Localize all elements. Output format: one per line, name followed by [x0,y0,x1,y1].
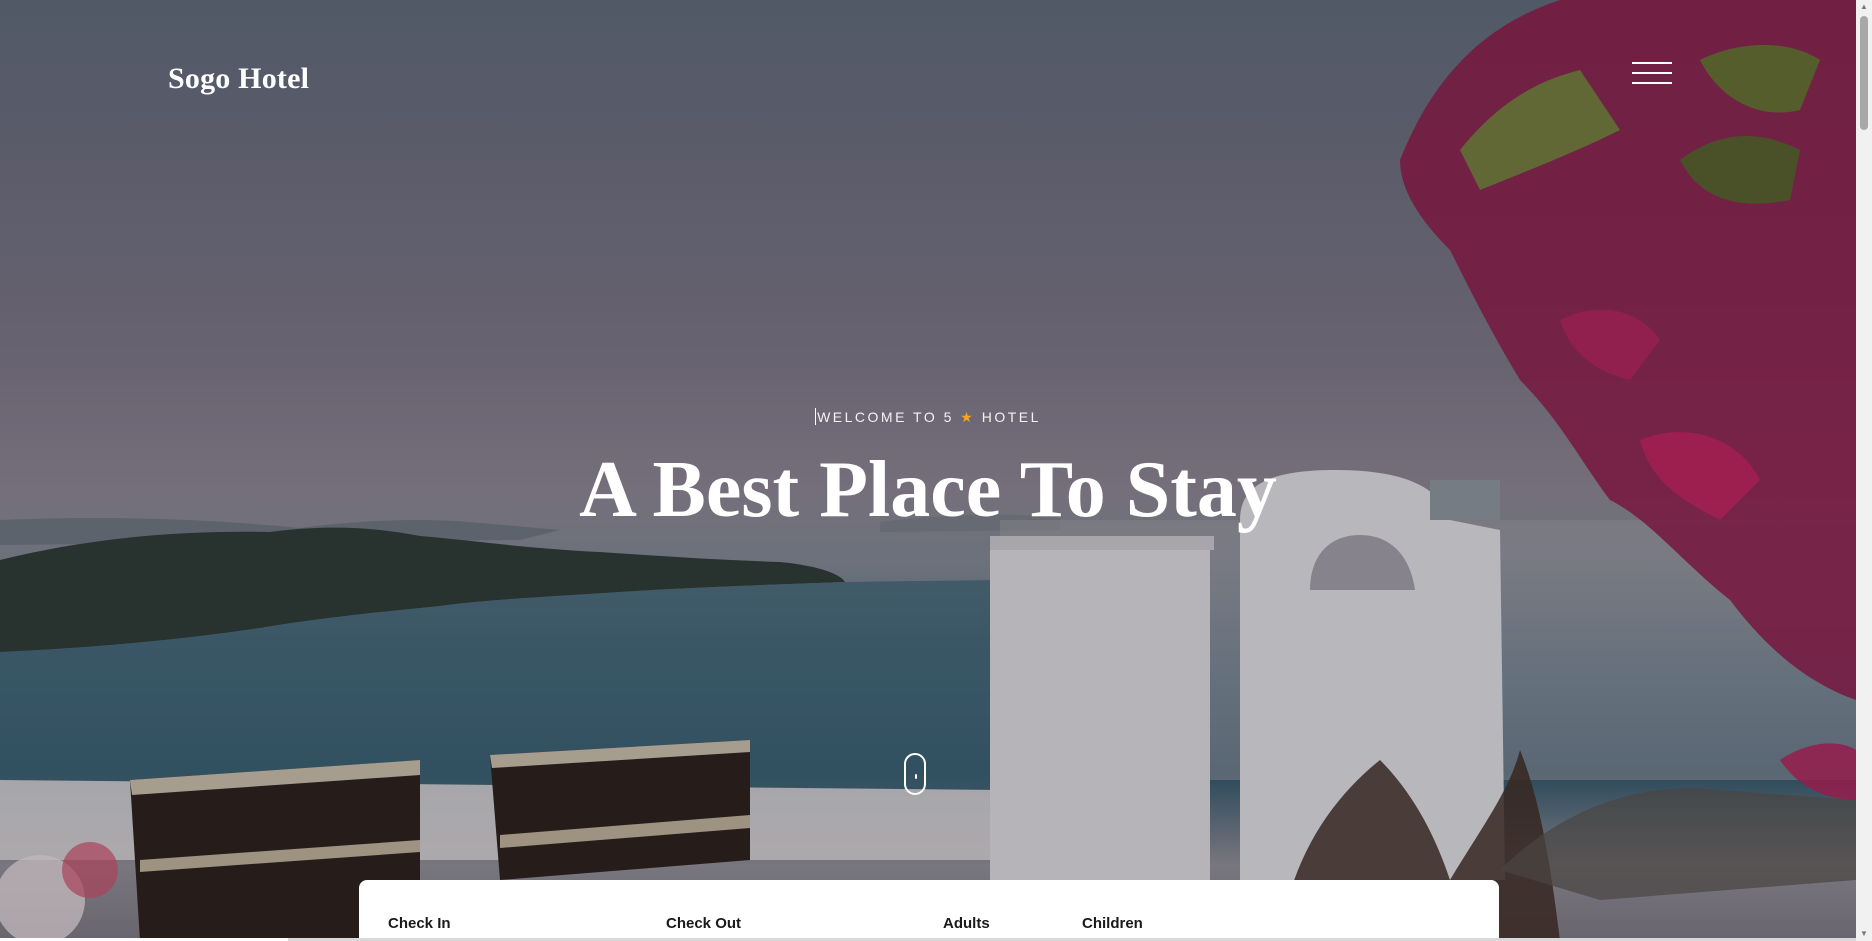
adults-label[interactable]: Adults [943,915,990,932]
booking-form: Check In Check Out Adults Children [359,880,1499,941]
hero-headline: A Best Place To Stay [579,446,1277,534]
hero-section: Sogo Hotel WELCOME TO 5 ★ HOTEL A Best P… [0,0,1856,941]
welcome-tagline: WELCOME TO 5 ★ HOTEL [0,408,1856,426]
scroll-down-arrow-icon[interactable]: ▼ [1856,927,1872,941]
mouse-wheel [915,774,917,779]
vertical-scrollbar[interactable]: ▲ ▼ [1856,0,1872,941]
scroll-up-arrow-icon[interactable]: ▲ [1856,0,1872,14]
welcome-suffix: HOTEL [981,409,1041,425]
menu-bar-top [1632,62,1672,64]
mouse-scroll-icon[interactable] [904,753,926,795]
site-brand-logo[interactable]: Sogo Hotel [168,62,309,96]
star-icon: ★ [960,409,976,425]
page-viewport: Sogo Hotel WELCOME TO 5 ★ HOTEL A Best P… [0,0,1856,941]
check-out-label[interactable]: Check Out [666,915,741,932]
children-label[interactable]: Children [1082,915,1143,932]
welcome-prefix: WELCOME TO 5 [817,409,954,425]
check-in-label[interactable]: Check In [388,915,451,932]
scrollbar-thumb[interactable] [1860,16,1868,130]
menu-bar-bottom [1632,82,1672,84]
menu-bar-middle [1632,72,1672,74]
hamburger-menu-icon[interactable] [1632,60,1674,86]
text-cursor [815,408,817,425]
